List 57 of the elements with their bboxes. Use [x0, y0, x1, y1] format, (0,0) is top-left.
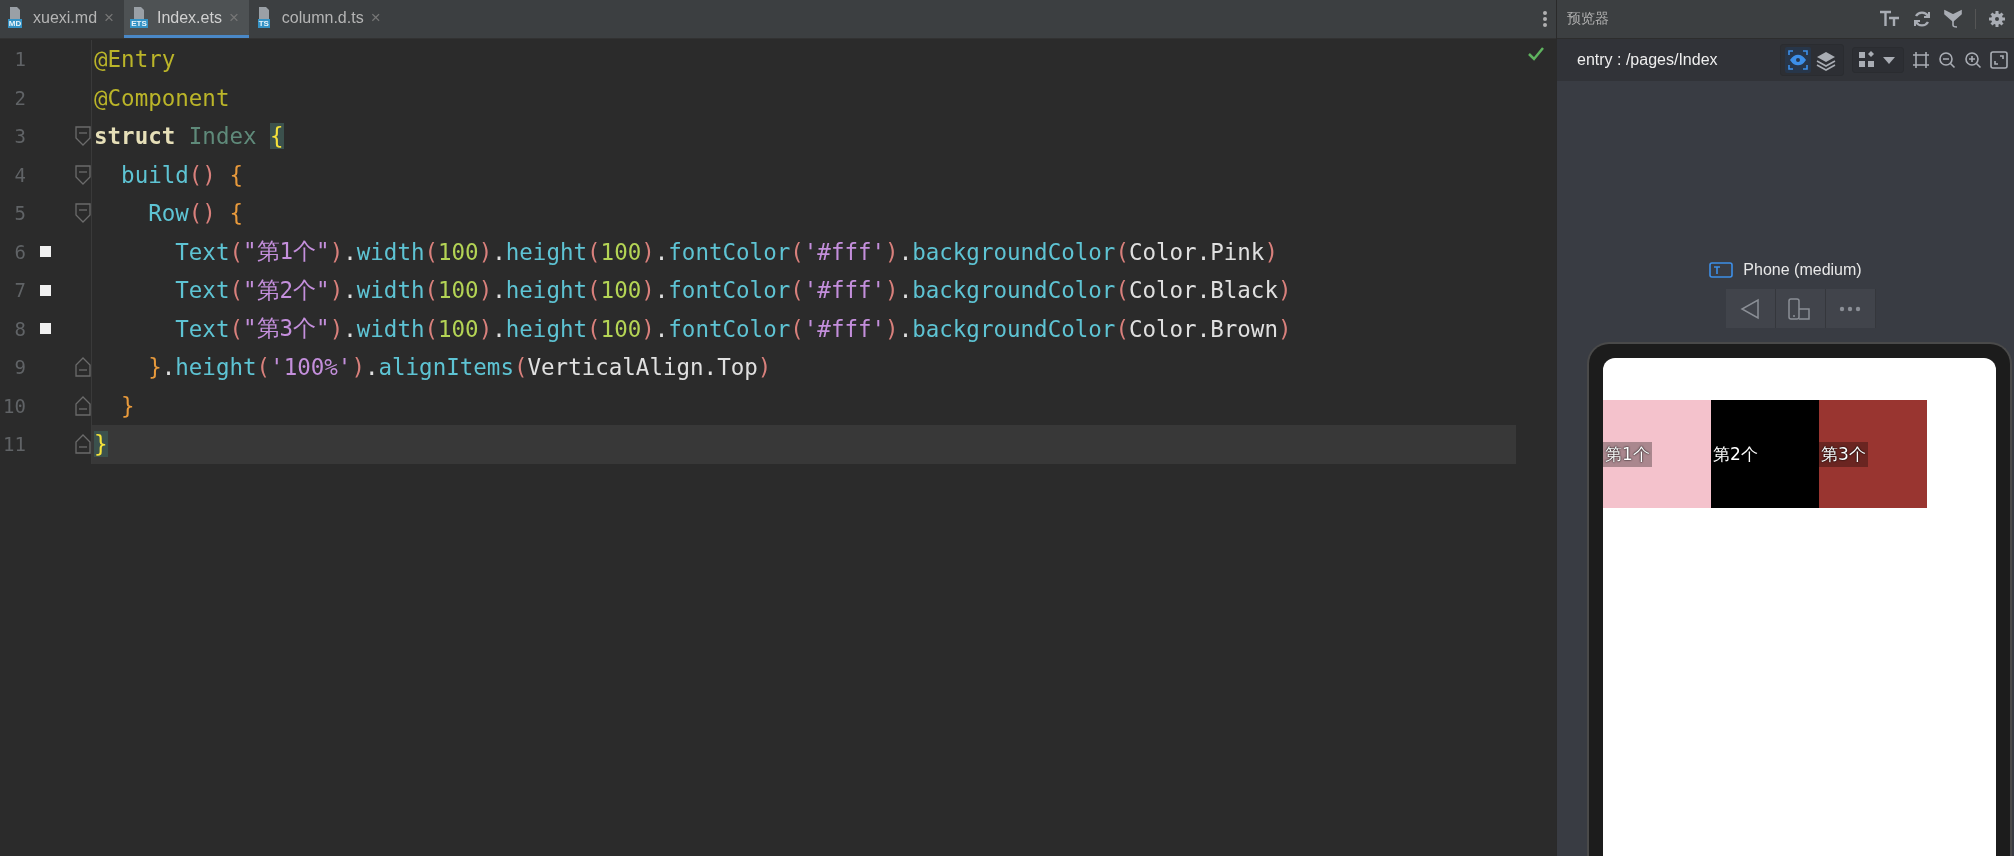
text-block: 第1个 — [1603, 400, 1711, 508]
code-line: @Component — [93, 83, 231, 113]
code-line: Text("第3个").width(100).height(100).fontColor('#fff').backgroundColor(Color.Brown) — [174, 314, 1293, 344]
line-number: 9 — [13, 356, 26, 379]
line-number: 5 — [13, 202, 26, 225]
fold-icon[interactable] — [75, 126, 91, 147]
line-number: 3 — [13, 125, 26, 148]
settings-icon[interactable] — [1988, 10, 2006, 28]
line-number: 2 — [13, 86, 26, 109]
line-number: 11 — [2, 433, 26, 456]
eye-toggle[interactable] — [1785, 47, 1811, 73]
grid-icon[interactable] — [1857, 50, 1877, 70]
fold-icon[interactable] — [75, 164, 91, 185]
fold-icon[interactable] — [75, 395, 91, 416]
frame-icon[interactable] — [1912, 51, 1930, 69]
fold-icon[interactable] — [75, 357, 91, 378]
plug-icon[interactable] — [1943, 9, 1963, 29]
line-number: 6 — [13, 240, 26, 263]
text-block: 第2个 — [1711, 400, 1819, 508]
fit-screen-icon[interactable] — [1990, 51, 2008, 69]
line-number: 10 — [2, 394, 26, 417]
code-line: @Entry — [93, 45, 177, 75]
fold-icon[interactable] — [75, 203, 91, 224]
code-line: Row() { — [147, 199, 244, 229]
zoom-out-icon[interactable] — [1938, 51, 1956, 69]
code-line: }.height('100%').alignItems(VerticalAlign.Top) — [147, 353, 773, 383]
file-tab[interactable]: TS column.d.ts × — [248, 0, 391, 38]
line-number: 4 — [13, 163, 26, 186]
change-marker — [40, 246, 51, 258]
layers-icon — [1815, 49, 1837, 71]
more-icon[interactable] — [1542, 10, 1548, 28]
line-number: 1 — [13, 48, 26, 71]
check-icon — [1528, 47, 1544, 61]
zoom-in-icon[interactable] — [1964, 51, 1982, 69]
more-icon — [1838, 305, 1862, 312]
code-line: build() { — [120, 160, 244, 190]
fold-icon[interactable] — [75, 434, 91, 455]
code-line: Text("第2个").width(100).height(100).fontColor('#fff').backgroundColor(Color.Black) — [174, 275, 1293, 306]
line-number: 8 — [13, 317, 26, 340]
eye-icon — [1787, 49, 1809, 71]
route-label: entry : /pages/Index — [1577, 51, 1719, 69]
code-line: struct Index { — [93, 122, 285, 152]
triangle-icon — [1740, 297, 1760, 320]
text-block: 第3个 — [1819, 400, 1927, 508]
text-size-icon[interactable] — [1879, 10, 1901, 28]
code-line: Text("第1个").width(100).height(100).fontColor('#fff').backgroundColor(Color.Pink) — [174, 237, 1279, 267]
device-icon — [1709, 262, 1734, 278]
line-number: 7 — [13, 279, 26, 302]
rotate-icon — [1787, 296, 1813, 321]
change-marker — [40, 284, 51, 296]
refresh-icon[interactable] — [1913, 10, 1931, 28]
device-label: Phone (medium) — [1743, 261, 1862, 279]
file-tab[interactable]: ETS Index.ets × — [123, 0, 249, 38]
file-tab[interactable]: MD xuexi.md × — [0, 0, 124, 38]
change-marker — [40, 323, 51, 335]
code-line: } — [120, 391, 136, 421]
panel-title: 预览器 — [1567, 10, 1610, 28]
